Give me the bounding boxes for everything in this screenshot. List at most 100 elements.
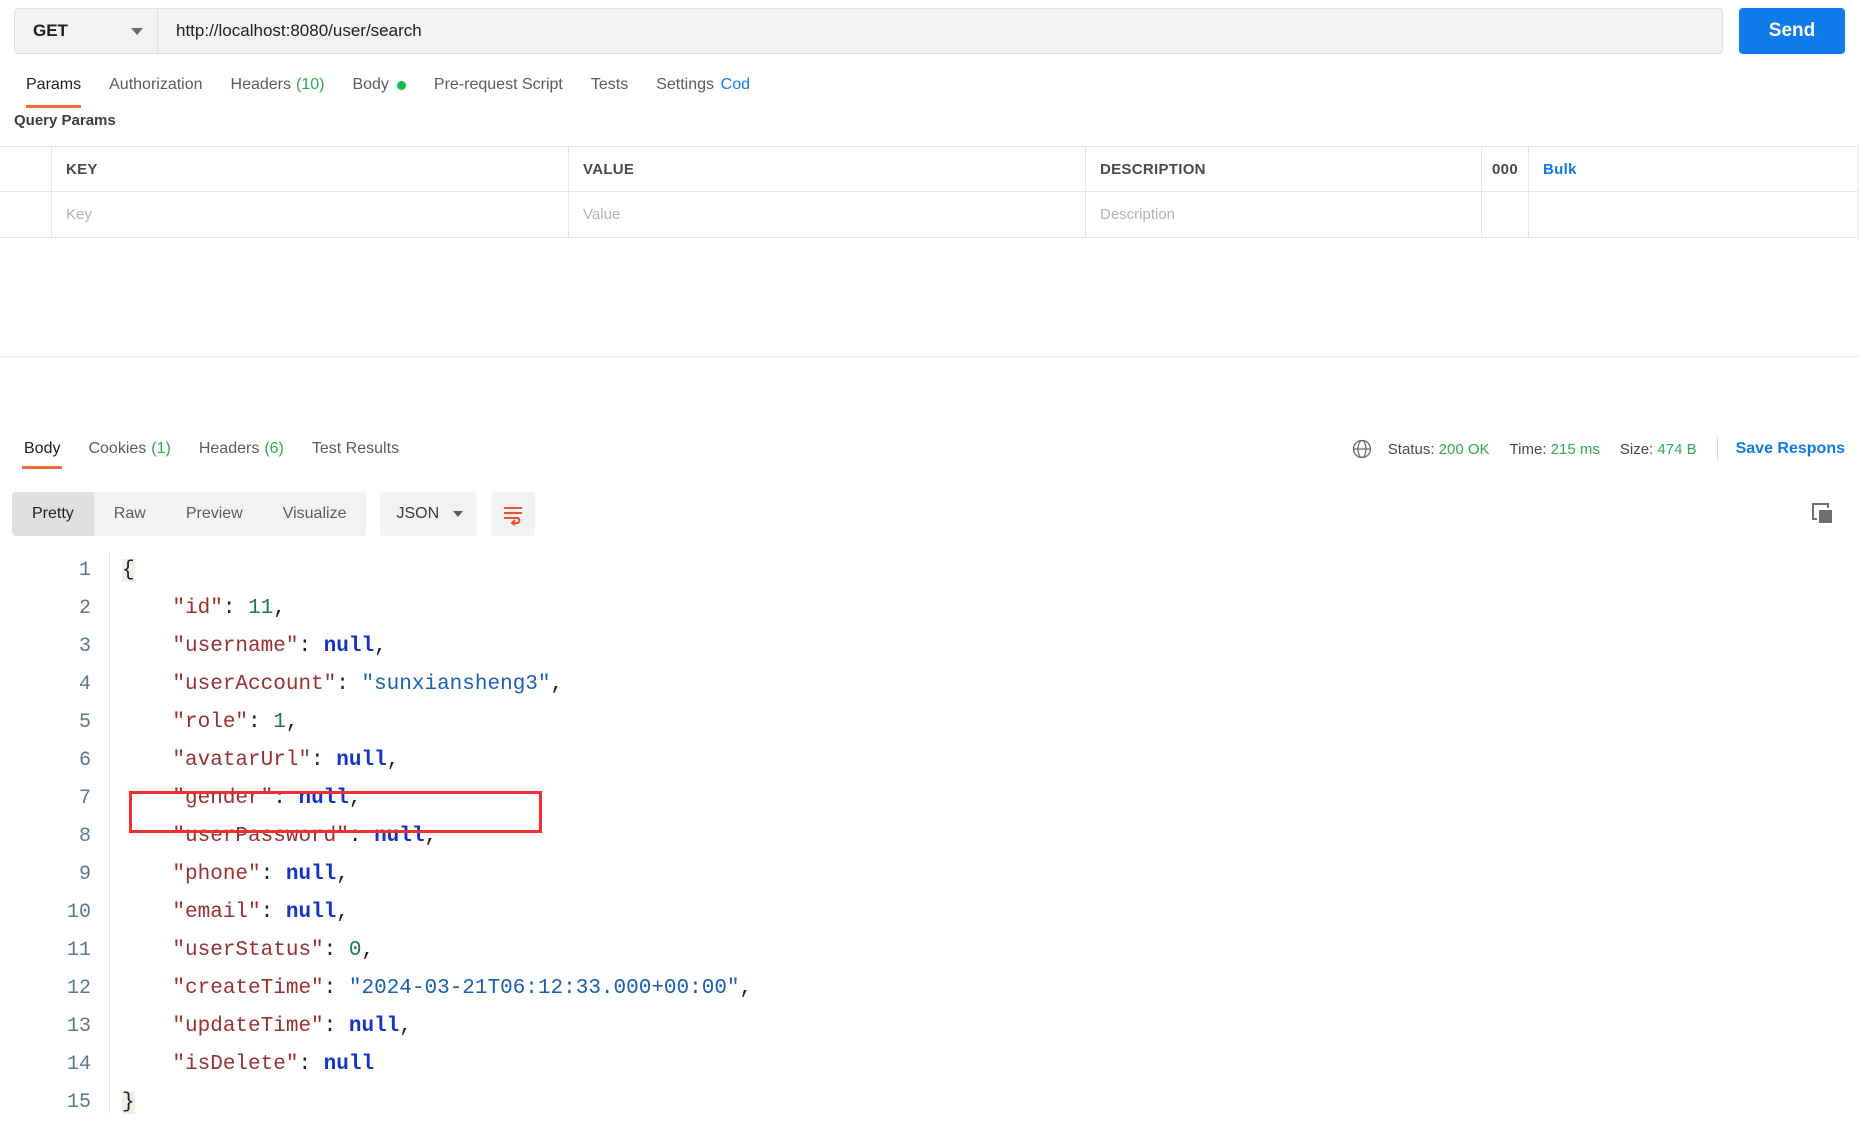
response-tab-test-results[interactable]: Test Results xyxy=(298,425,413,473)
response-tab-cookies[interactable]: Cookies (1) xyxy=(74,425,184,473)
response-tab-body-label: Body xyxy=(24,440,61,457)
response-tab-test-results-label: Test Results xyxy=(311,440,400,457)
time-label: Time: xyxy=(1509,440,1547,458)
status-indicator: Status: 200 OK xyxy=(1388,441,1490,458)
header-key: KEY xyxy=(52,147,569,191)
response-meta: Status: 200 OK Time: 215 ms Size: 474 B … xyxy=(1352,425,1859,473)
more-options-icon[interactable]: 000 xyxy=(1482,147,1529,191)
save-response-button[interactable]: Save Respons xyxy=(1736,440,1845,458)
view-mode-raw[interactable]: Raw xyxy=(94,492,166,536)
json-line: "isDelete": null xyxy=(172,1053,375,1076)
json-lines[interactable]: { "id": 11, "username": null, "userAccou… xyxy=(110,552,752,1122)
response-body-code: 1 2 3 4 5 6 7 8 9 10 11 12 13 14 15 { "i… xyxy=(0,552,1859,1114)
table-header-row: KEY VALUE DESCRIPTION 000 Bulk xyxy=(0,147,1859,192)
tab-pre-request-script-label: Pre-request Script xyxy=(433,76,563,93)
http-method-select[interactable]: GET xyxy=(15,9,158,53)
url-combo: GET http://localhost:8080/user/search xyxy=(14,8,1723,54)
response-format-select[interactable]: JSON xyxy=(380,492,478,536)
response-tab-headers-count: (6) xyxy=(264,440,284,457)
size-label: Size: xyxy=(1619,440,1654,458)
body-present-dot-icon xyxy=(396,80,406,90)
url-input[interactable]: http://localhost:8080/user/search xyxy=(158,9,1722,53)
json-line: "updateTime": null, xyxy=(172,1015,412,1038)
tab-body-label: Body xyxy=(352,76,389,93)
json-line: "userStatus": 0, xyxy=(172,939,375,962)
row-checkbox[interactable] xyxy=(0,192,52,237)
view-mode-visualize[interactable]: Visualize xyxy=(263,492,367,536)
view-mode-pretty[interactable]: Pretty xyxy=(12,492,94,536)
line-number: 2 xyxy=(78,597,91,620)
header-description: DESCRIPTION xyxy=(1086,147,1482,191)
view-mode-preview[interactable]: Preview xyxy=(166,492,263,536)
line-number: 15 xyxy=(66,1091,91,1114)
json-line: "userAccount": "sunxiansheng3", xyxy=(172,673,564,696)
tab-settings[interactable]: Settings Cod xyxy=(642,62,750,108)
json-line: "email": null, xyxy=(172,901,349,924)
row-key-input[interactable]: Key xyxy=(52,192,569,237)
row-bulk-cell xyxy=(1529,192,1859,237)
word-wrap-icon xyxy=(504,507,523,526)
json-line: "role": 1, xyxy=(172,711,299,734)
tab-tests[interactable]: Tests xyxy=(577,62,642,108)
send-button[interactable]: Send xyxy=(1739,8,1845,54)
line-number: 4 xyxy=(78,673,91,696)
response-tab-headers[interactable]: Headers (6) xyxy=(185,425,298,473)
json-line: "username": null, xyxy=(172,635,387,658)
status-label: Status: xyxy=(1387,440,1435,458)
copy-response-button[interactable] xyxy=(1801,492,1845,536)
tab-tests-label: Tests xyxy=(590,76,629,93)
size-value: 474 B xyxy=(1657,440,1697,458)
chevron-down-icon xyxy=(453,511,464,517)
meta-divider xyxy=(1716,437,1718,461)
tab-settings-label: Settings xyxy=(656,76,715,93)
response-tab-headers-label: Headers xyxy=(198,440,260,457)
line-number: 10 xyxy=(66,901,91,924)
bulk-edit-button[interactable]: Bulk xyxy=(1529,147,1859,191)
code-link[interactable]: Cod xyxy=(721,62,750,108)
tab-headers-count: (10) xyxy=(296,76,325,93)
line-number: 11 xyxy=(66,939,91,962)
row-description-input[interactable]: Description xyxy=(1086,192,1482,237)
line-number: 14 xyxy=(66,1053,91,1076)
response-tab-cookies-label: Cookies xyxy=(88,440,147,457)
json-line: "createTime": "2024-03-21T06:12:33.000+0… xyxy=(172,977,753,1000)
response-tab-body[interactable]: Body xyxy=(10,425,74,473)
line-number: 5 xyxy=(78,711,91,734)
response-tab-cookies-count: (1) xyxy=(151,440,171,457)
row-value-input[interactable]: Value xyxy=(569,192,1086,237)
json-line: "gender": null, xyxy=(172,787,362,810)
header-checkbox-cell xyxy=(0,147,52,191)
json-line: } xyxy=(122,1091,135,1114)
tab-headers-label: Headers xyxy=(230,76,291,93)
line-number: 9 xyxy=(78,863,91,886)
line-number-gutter: 1 2 3 4 5 6 7 8 9 10 11 12 13 14 15 xyxy=(0,552,110,1114)
globe-icon xyxy=(1352,439,1371,459)
response-view-toolbar: Pretty Raw Preview Visualize JSON xyxy=(12,492,536,536)
tab-authorization[interactable]: Authorization xyxy=(95,62,216,108)
chevron-down-icon xyxy=(131,27,143,35)
size-indicator: Size: 474 B xyxy=(1620,441,1697,458)
tab-body[interactable]: Body xyxy=(338,62,419,108)
tab-headers[interactable]: Headers (10) xyxy=(217,62,339,108)
view-mode-group: Pretty Raw Preview Visualize xyxy=(12,492,367,536)
line-number: 1 xyxy=(78,559,91,582)
tab-authorization-label: Authorization xyxy=(109,76,203,93)
line-number: 8 xyxy=(78,825,91,848)
response-format-label: JSON xyxy=(396,505,440,522)
response-divider xyxy=(0,356,1859,357)
tab-params-label: Params xyxy=(26,76,82,93)
query-params-table: KEY VALUE DESCRIPTION 000 Bulk Key Value… xyxy=(0,146,1859,238)
request-tabs: Params Authorization Headers (10) Body P… xyxy=(0,62,1859,108)
json-line: "phone": null, xyxy=(172,863,349,886)
line-number: 3 xyxy=(78,635,91,658)
wrap-lines-button[interactable] xyxy=(491,492,536,536)
header-value: VALUE xyxy=(569,147,1086,191)
json-line: "avatarUrl": null, xyxy=(172,749,400,772)
json-line: { xyxy=(122,559,135,582)
time-value: 215 ms xyxy=(1550,440,1600,458)
line-number: 13 xyxy=(66,1015,91,1038)
tab-params[interactable]: Params xyxy=(12,62,95,108)
tab-pre-request-script[interactable]: Pre-request Script xyxy=(420,62,577,108)
line-number: 6 xyxy=(78,749,91,772)
line-number: 7 xyxy=(78,787,91,810)
